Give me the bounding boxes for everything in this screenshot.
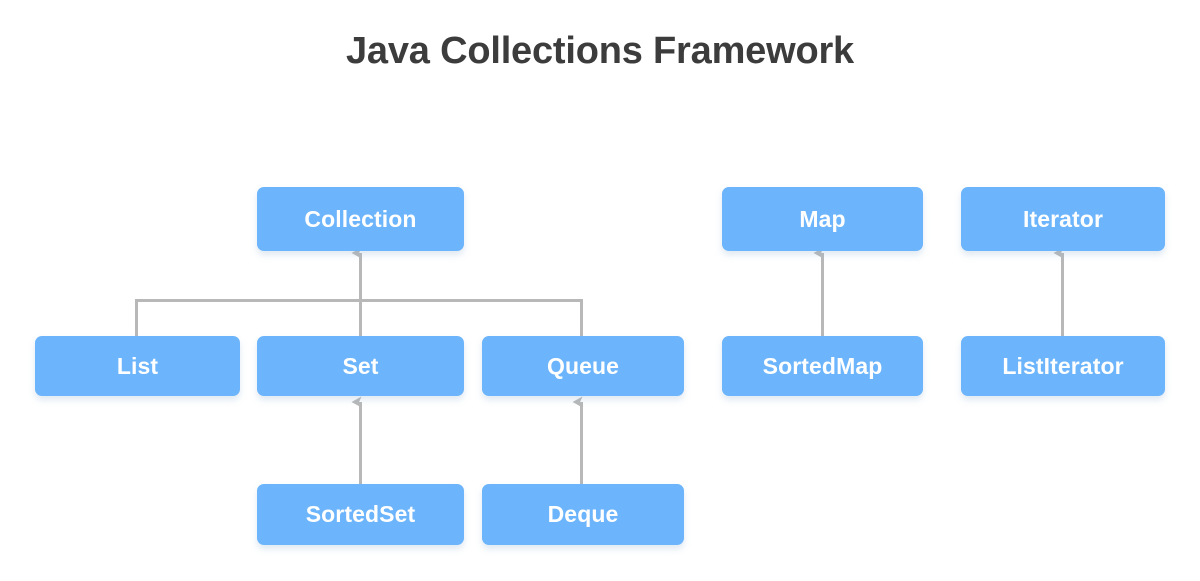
node-map[interactable]: Map bbox=[722, 187, 923, 251]
node-label: SortedSet bbox=[305, 501, 416, 527]
node-sortedmap[interactable]: SortedMap bbox=[722, 336, 923, 396]
node-set[interactable]: Set bbox=[257, 336, 464, 396]
node-iterator[interactable]: Iterator bbox=[961, 187, 1165, 251]
node-queue[interactable]: Queue bbox=[482, 336, 684, 396]
node-sortedset[interactable]: SortedSet bbox=[257, 484, 464, 545]
node-collection[interactable]: Collection bbox=[257, 187, 464, 251]
node-label: Collection bbox=[304, 205, 417, 232]
node-label: SortedMap bbox=[762, 352, 883, 379]
node-label: Deque bbox=[547, 501, 619, 527]
node-label: Queue bbox=[546, 352, 620, 379]
node-label: Iterator bbox=[1022, 205, 1104, 232]
node-listiterator[interactable]: ListIterator bbox=[961, 336, 1165, 396]
diagram-canvas: Java Collections Framework Collection Ma… bbox=[0, 0, 1200, 581]
edge-collection-group bbox=[135, 247, 583, 336]
node-label: List bbox=[116, 352, 159, 379]
node-deque[interactable]: Deque bbox=[482, 484, 684, 545]
node-label: Map bbox=[799, 205, 846, 232]
node-label: ListIterator bbox=[1002, 352, 1124, 379]
node-label: Set bbox=[342, 352, 379, 379]
node-list[interactable]: List bbox=[35, 336, 240, 396]
